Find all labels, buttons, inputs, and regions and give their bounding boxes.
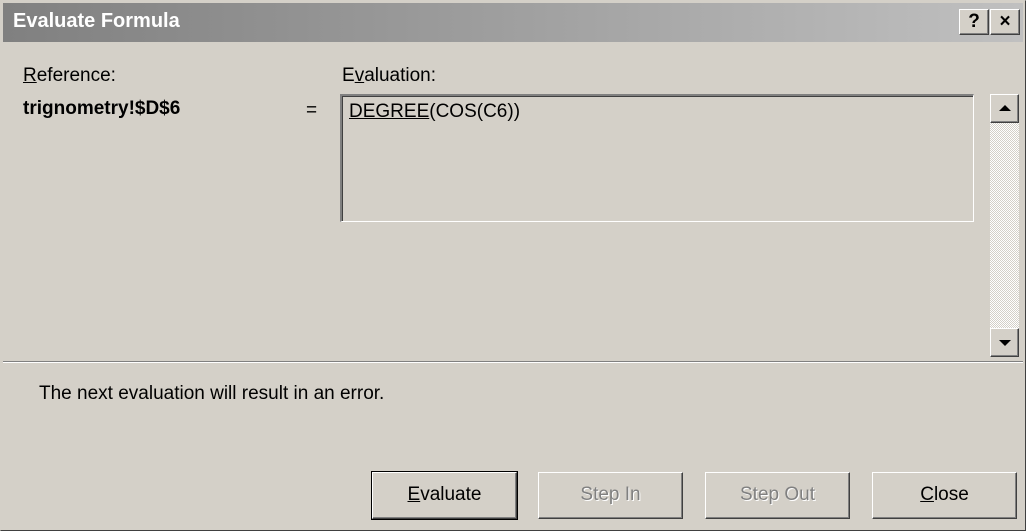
scroll-up-button[interactable]	[990, 94, 1019, 123]
step-out-button[interactable]: Step Out	[705, 472, 850, 519]
step-in-button[interactable]: Step In	[538, 472, 683, 519]
equals-sign: =	[306, 100, 318, 121]
evaluation-formula-rest: (COS(C6))	[429, 101, 521, 122]
vertical-scrollbar[interactable]	[990, 94, 1019, 357]
title-close-button[interactable]: ×	[990, 9, 1020, 35]
scroll-down-button[interactable]	[990, 328, 1019, 357]
evaluation-formula: DEGREE(COS(C6))	[349, 101, 520, 123]
separator-line	[3, 361, 1023, 363]
evaluation-label: Evaluation:	[342, 65, 437, 86]
evaluate-button[interactable]: Evaluate	[371, 471, 518, 520]
scroll-up-arrow-icon	[999, 105, 1011, 111]
close-button[interactable]: Close	[872, 472, 1017, 519]
status-message: The next evaluation will result in an er…	[39, 383, 385, 404]
reference-label: Reference:	[23, 65, 116, 86]
close-icon: ×	[999, 11, 1011, 32]
scroll-down-arrow-icon	[999, 340, 1011, 346]
reference-value: trignometry!$D$6	[23, 98, 181, 119]
evaluate-formula-dialog: Evaluate Formula ? × Reference: trignome…	[0, 0, 1026, 531]
title-bar[interactable]: Evaluate Formula ? ×	[3, 3, 1023, 42]
help-button[interactable]: ?	[959, 9, 989, 35]
dialog-title: Evaluate Formula	[13, 10, 180, 32]
evaluation-box[interactable]: DEGREE(COS(C6))	[340, 94, 974, 222]
evaluation-current-term: DEGREE	[349, 101, 430, 122]
help-icon: ?	[968, 11, 980, 32]
